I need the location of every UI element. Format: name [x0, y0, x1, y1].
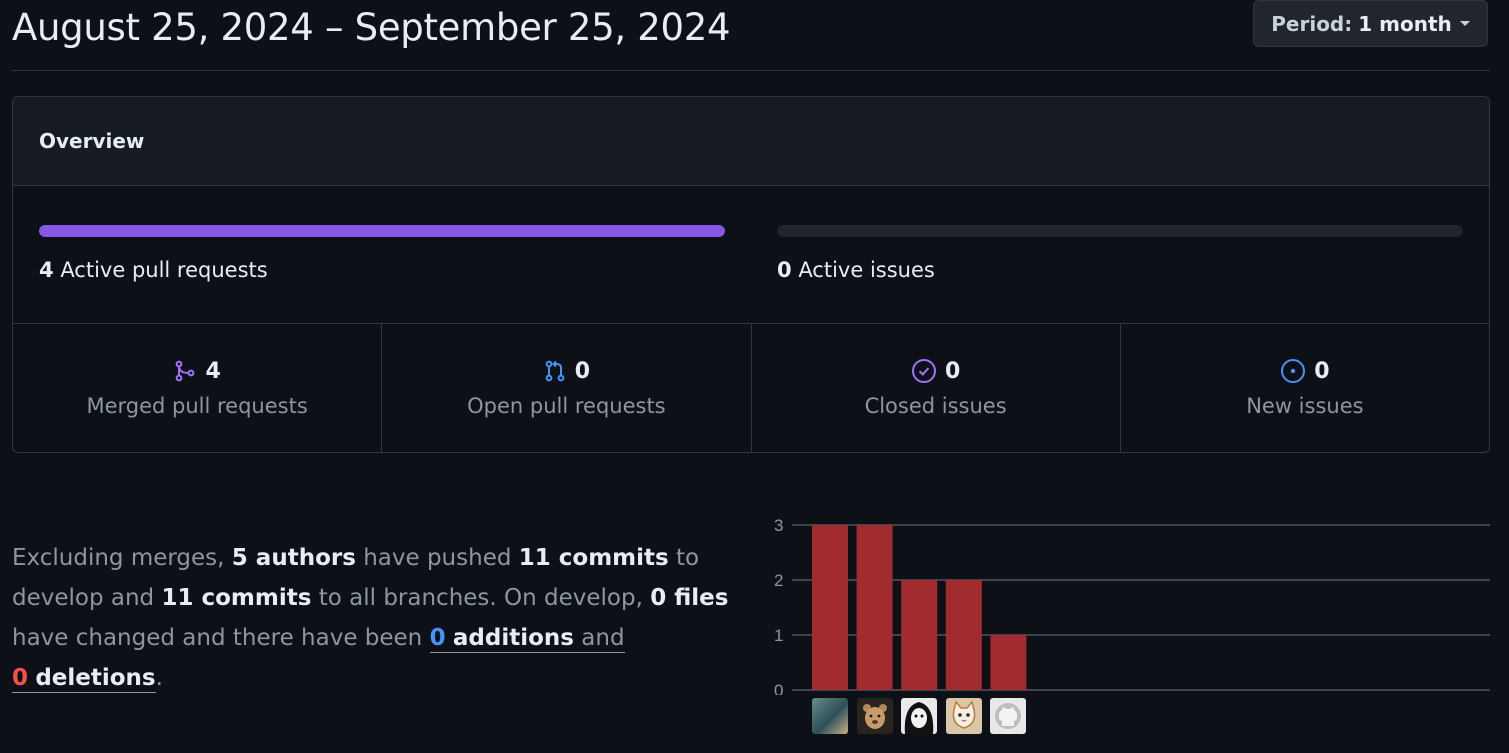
chevron-down-icon: [1459, 21, 1470, 26]
activity-bars: 4 Active pull requests 0 Active issues: [13, 186, 1489, 324]
author-avatar-1[interactable]: [812, 698, 848, 734]
author-avatar-2[interactable]: [857, 698, 893, 734]
active-prs-bar-fill: [39, 225, 725, 237]
chart-bar-1[interactable]: [812, 525, 848, 690]
summary-text: Excluding merges,: [12, 545, 232, 571]
period-dropdown-button[interactable]: Period: 1 month: [1253, 0, 1488, 47]
page-title: August 25, 2024 – September 25, 2024: [12, 6, 731, 49]
active-prs-label: Active pull requests: [60, 258, 268, 282]
chart-bar-3[interactable]: [901, 580, 938, 690]
new-issues-label: New issues: [1246, 394, 1364, 418]
active-prs-bar: [39, 225, 725, 237]
open-prs-label: Open pull requests: [467, 393, 666, 418]
additions-label: additions: [452, 625, 574, 651]
github-icon: [995, 703, 1021, 729]
y-tick-label: 2: [774, 571, 783, 590]
commits-develop: 11 commits: [518, 545, 669, 571]
chart-bar-2[interactable]: [856, 525, 893, 690]
commit-summary: Excluding merges, 5 authors have pushed …: [12, 538, 732, 698]
closed-issues-stat[interactable]: 0 Closed issues: [752, 324, 1121, 452]
summary-text: .: [155, 665, 163, 691]
merged-prs-label: Merged pull requests: [86, 393, 308, 418]
new-issues-count: 0: [1314, 358, 1330, 384]
summary-text: and: [573, 625, 625, 651]
contributors-chart-svg: 0 1 2 3: [774, 516, 1490, 700]
active-prs-count: 4: [39, 258, 54, 282]
commits-all: 11 commits: [161, 585, 312, 611]
author-avatar-3[interactable]: [901, 698, 937, 734]
stats-row: 4 Merged pull requests 0 Open pull reque…: [13, 324, 1489, 452]
overview-title: Overview: [39, 129, 145, 153]
summary-text: have pushed: [355, 545, 519, 571]
deletions-link[interactable]: 0 deletions: [12, 665, 156, 693]
y-tick-label: 3: [774, 516, 783, 535]
overview-header: Overview: [13, 97, 1489, 186]
merged-prs-stat[interactable]: 4 Merged pull requests: [13, 324, 383, 452]
issue-opened-icon: [1280, 358, 1306, 384]
pulse-page: August 25, 2024 – September 25, 2024 Per…: [0, 0, 1509, 753]
y-tick-label: 1: [774, 626, 783, 645]
chart-bar-5[interactable]: [990, 635, 1027, 690]
author-avatar-4[interactable]: [946, 698, 982, 734]
cat-icon: [952, 700, 976, 729]
active-issues-label: Active issues: [798, 258, 935, 282]
pull-request-icon: [543, 359, 567, 383]
chart-bar-4[interactable]: [945, 580, 982, 690]
additions-count: 0: [429, 625, 446, 651]
deletions-count: 0: [12, 665, 29, 691]
contributors-chart: 0 1 2 3: [760, 505, 1492, 734]
manga-face-icon: [904, 702, 934, 734]
issue-closed-icon: [911, 358, 937, 384]
open-prs-count: 0: [574, 358, 591, 384]
closed-issues-label: Closed issues: [864, 394, 1007, 418]
active-issues-count: 0: [777, 258, 792, 282]
open-prs-stat[interactable]: 0 Open pull requests: [382, 324, 752, 452]
merge-icon: [173, 359, 197, 383]
deletions-label: deletions: [35, 665, 156, 691]
bear-icon: [863, 704, 887, 729]
active-prs-link[interactable]: 4 Active pull requests: [39, 258, 268, 282]
new-issues-stat[interactable]: 0 New issues: [1121, 324, 1489, 452]
period-value: 1 month: [1358, 11, 1452, 36]
divider: [12, 70, 1490, 71]
active-issues-link[interactable]: 0 Active issues: [777, 258, 935, 282]
author-avatar-5[interactable]: [990, 698, 1026, 734]
files-changed: 0 files: [650, 585, 729, 611]
closed-issues-count: 0: [944, 358, 961, 384]
y-tick-label: 0: [774, 681, 783, 695]
summary-text: have changed and there have been: [12, 625, 430, 651]
period-prefix: Period:: [1271, 11, 1353, 36]
authors-count: 5 authors: [231, 545, 356, 571]
overview-box: Overview 4 Active pull requests 0 Active…: [12, 96, 1490, 453]
summary-text: to all branches. On develop,: [311, 585, 651, 611]
merged-prs-count: 4: [205, 358, 221, 384]
active-issues-bar: [777, 225, 1463, 237]
additions-link[interactable]: 0 additions and: [429, 625, 625, 653]
